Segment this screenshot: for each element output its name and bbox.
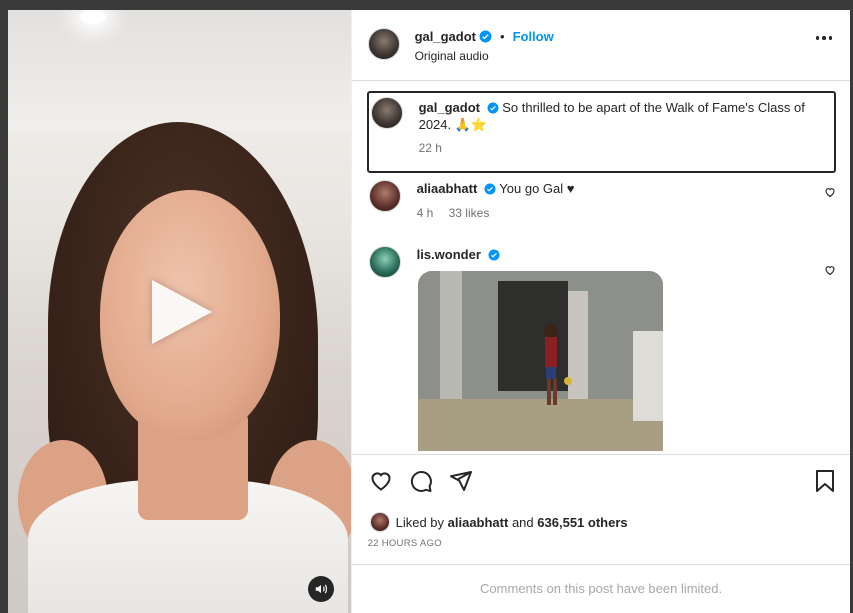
post-caption: gal_gadot So thrilled to be apart of the… <box>366 91 836 173</box>
audio-link[interactable]: Original audio <box>415 49 489 63</box>
comment-avatar[interactable] <box>368 180 401 212</box>
video-ceiling <box>8 10 351 130</box>
verified-badge-icon <box>487 102 499 114</box>
caption-avatar[interactable] <box>370 97 403 129</box>
comment-image[interactable] <box>417 271 663 451</box>
verified-badge-icon <box>479 30 492 43</box>
post-actions: Liked by aliaabhatt and 636,551 others 2… <box>351 454 850 565</box>
verified-badge-icon <box>484 183 496 195</box>
comment-username[interactable]: aliaabhatt <box>417 181 478 196</box>
avatar-icon[interactable] <box>367 28 400 60</box>
header-user-line: gal_gadot • Follow <box>415 29 554 44</box>
comment-text-block: aliaabhatt You go Gal ♥ <box>417 181 575 196</box>
heart-icon[interactable] <box>369 469 393 493</box>
comment-text: You go Gal ♥ <box>499 181 575 196</box>
likes-middle: and <box>511 514 534 530</box>
follow-button[interactable]: Follow <box>513 29 554 44</box>
header-username[interactable]: gal_gadot <box>415 29 476 44</box>
caption-timestamp[interactable]: 22 h <box>419 141 442 155</box>
liker-username[interactable]: aliaabhatt <box>448 515 509 530</box>
likes-others[interactable]: 636,551 others <box>537 515 627 530</box>
header-separator: • <box>500 29 505 44</box>
verified-badge-icon <box>488 249 500 261</box>
comment-like-icon[interactable] <box>824 264 836 276</box>
play-icon <box>152 280 212 344</box>
comment-avatar[interactable] <box>368 246 401 278</box>
post-side-panel: gal_gadot • Follow Original audio gal_ga… <box>350 10 850 613</box>
speaker-icon <box>315 584 327 594</box>
caption-username[interactable]: gal_gadot <box>419 100 480 115</box>
likes-prefix: Liked by <box>395 514 445 530</box>
post-header: gal_gadot • Follow Original audio <box>351 10 850 81</box>
comment-icon[interactable] <box>409 469 433 493</box>
comment-time[interactable]: 4 h <box>417 206 434 220</box>
play-button[interactable] <box>128 272 228 354</box>
comment-username[interactable]: lis.wonder <box>417 247 481 262</box>
comment-likes[interactable]: 33 likes <box>449 206 490 220</box>
more-options-icon[interactable] <box>815 36 832 40</box>
video-player[interactable] <box>8 10 351 613</box>
comment-item: aliaabhatt You go Gal ♥ 4 h 33 likes <box>367 180 836 230</box>
caption-text-block: gal_gadot So thrilled to be apart of the… <box>419 99 819 133</box>
audio-toggle-button[interactable] <box>308 576 334 602</box>
comments-limited-notice: Comments on this post have been limited. <box>351 564 850 613</box>
comment-meta: 4 h 33 likes <box>417 206 490 220</box>
video-light <box>80 10 106 24</box>
likes-summary: Liked by aliaabhatt and 636,551 others <box>369 512 628 532</box>
comment-text-block: lis.wonder <box>417 247 500 262</box>
comment-image-scene <box>417 271 663 451</box>
liker-avatar[interactable] <box>369 512 390 532</box>
post-modal: gal_gadot • Follow Original audio gal_ga… <box>8 10 850 613</box>
bookmark-icon[interactable] <box>814 469 836 493</box>
comment-like-icon[interactable] <box>824 186 836 198</box>
send-icon[interactable] <box>449 469 473 493</box>
post-timestamp[interactable]: 22 HOURS AGO <box>368 538 442 549</box>
